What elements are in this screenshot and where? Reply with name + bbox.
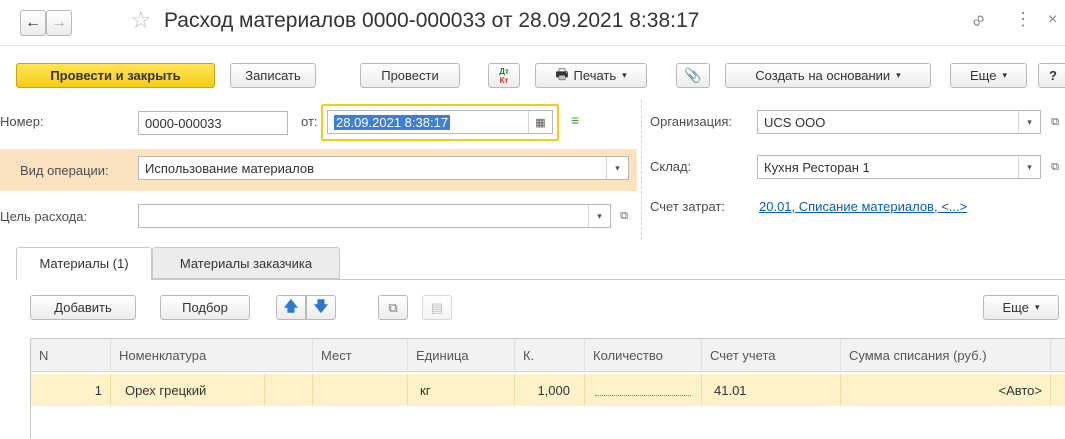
save-button[interactable]: Записать [230, 63, 316, 88]
cell-unit: кг [408, 374, 515, 406]
cost-account-label: Счет затрат: [650, 199, 725, 214]
link-icon[interactable]: ∞ [966, 9, 990, 33]
warehouse-value: Кухня Ресторан 1 [764, 159, 870, 175]
warehouse-label: Склад: [650, 159, 692, 174]
cell-item: Орех грецкий [111, 374, 265, 406]
chevron-down-icon[interactable]: ▾ [606, 157, 628, 179]
purpose-label: Цель расхода: [0, 209, 88, 224]
selection-button[interactable]: Подбор [160, 295, 250, 320]
date-value: 28.09.2021 8:38:17 [334, 114, 451, 130]
post-button[interactable]: Провести [360, 63, 460, 88]
chevron-down-icon[interactable]: ▾ [1018, 156, 1040, 178]
arrow-down-icon: 🡇 [313, 297, 329, 314]
cell-n: 1 [31, 374, 111, 406]
tab-bar-line [16, 279, 1065, 280]
chevron-down-icon: ▾ [1002, 70, 1007, 80]
cell-sum: <Авто> [841, 374, 1051, 406]
tab-customer-materials-label: Материалы заказчика [179, 255, 313, 271]
paste-button[interactable]: ▤ [422, 295, 452, 320]
open-window-icon[interactable]: ⧉ [1045, 111, 1065, 133]
paste-icon: ▤ [430, 299, 444, 315]
more-vertical-icon[interactable]: ⋮ [1014, 9, 1032, 30]
create-based-label: Создать на основании [755, 68, 891, 83]
column-header-sum[interactable]: Сумма списания (руб.) [841, 339, 1051, 371]
column-header-n[interactable]: N [31, 339, 111, 371]
date-field[interactable]: 28.09.2021 8:38:17 ▦ [327, 110, 553, 134]
cell-account: 41.01 [702, 374, 841, 406]
materials-table: N Номенклатура Мест Единица К. Количеств… [30, 338, 1065, 439]
dt-kt-button[interactable]: Дт Кт [488, 63, 520, 88]
qty-required-underline [595, 395, 691, 396]
dt-label: Дт [499, 66, 509, 76]
arrow-left-icon: ← [25, 14, 41, 31]
warehouse-select[interactable]: Кухня Ресторан 1 ▾ [757, 155, 1041, 179]
table-row[interactable]: 1 Орех грецкий кг 1,000 41.01 <Авто> [31, 374, 1065, 406]
cost-account-link[interactable]: 20.01, Списание материалов, <...> [759, 199, 967, 214]
page-title: Расход материалов 0000-000033 от 28.09.2… [164, 9, 700, 32]
more-label: Еще [970, 68, 997, 83]
arrow-up-icon: 🡅 [283, 297, 299, 314]
organization-value: UCS ООО [764, 114, 826, 130]
operation-value: Использование материалов [145, 160, 315, 176]
more-button[interactable]: Еще ▾ [950, 63, 1027, 88]
operation-label: Вид операции: [20, 163, 109, 178]
post-and-close-button[interactable]: Провести и закрыть [16, 63, 215, 88]
column-header-qty[interactable]: Количество [585, 339, 702, 371]
organization-select[interactable]: UCS ООО ▾ [757, 110, 1041, 134]
create-based-on-button[interactable]: Создать на основании ▾ [725, 63, 931, 88]
calendar-icon[interactable]: ▦ [528, 111, 552, 133]
forward-button[interactable]: → [46, 10, 72, 36]
tab-customer-materials[interactable]: Материалы заказчика [152, 247, 340, 279]
help-button[interactable]: ? [1038, 63, 1065, 88]
attach-button[interactable]: 📎 [676, 63, 710, 88]
chevron-down-icon: ▾ [896, 70, 901, 80]
organization-label: Организация: [650, 114, 733, 129]
close-icon[interactable]: × [1048, 11, 1057, 29]
kt-label: Кт [499, 75, 509, 85]
purpose-select[interactable]: ▾ [138, 204, 611, 228]
column-header-account[interactable]: Счет учета [702, 339, 841, 371]
move-up-button[interactable]: 🡅 [276, 295, 306, 320]
chevron-down-icon: ▾ [1034, 302, 1040, 312]
title-bar: ← → ☆ Расход материалов 0000-000033 от 2… [0, 0, 1065, 46]
arrow-right-icon: → [51, 14, 67, 31]
date-label: от: [301, 114, 318, 129]
cell-places [313, 374, 408, 406]
chevron-down-icon: ▾ [622, 70, 627, 80]
column-header-item[interactable]: Номенклатура [111, 339, 313, 371]
cell-item-extra [265, 374, 313, 406]
tab-materials[interactable]: Материалы (1) [16, 247, 152, 280]
print-button[interactable]: 🖶 Печать ▾ [535, 63, 647, 88]
number-label: Номер: [0, 114, 44, 129]
back-button[interactable]: ← [20, 10, 46, 36]
open-window-icon[interactable]: ⧉ [1045, 156, 1065, 178]
favorite-star-icon[interactable]: ☆ [130, 9, 152, 33]
add-row-button[interactable]: Добавить [30, 295, 136, 320]
printer-icon: 🖶 [555, 65, 569, 82]
chevron-down-icon[interactable]: ▾ [1018, 111, 1040, 133]
chevron-down-icon[interactable]: ▾ [588, 205, 610, 227]
operation-select[interactable]: Использование материалов ▾ [138, 156, 629, 180]
open-window-icon[interactable]: ⧉ [614, 205, 634, 227]
column-header-places[interactable]: Мест [313, 339, 408, 371]
column-header-k[interactable]: К. [515, 339, 585, 371]
table-more-label: Еще [1002, 300, 1029, 315]
column-divider [641, 100, 642, 240]
cell-k: 1,000 [515, 374, 585, 406]
number-field[interactable]: 0000-000033 [138, 111, 288, 135]
comment-check-icon[interactable]: ≡ [571, 112, 579, 128]
paperclip-icon: 📎 [684, 67, 702, 83]
cell-qty[interactable] [585, 374, 702, 406]
tab-materials-label: Материалы (1) [39, 256, 129, 271]
table-header: N Номенклатура Мест Единица К. Количеств… [31, 339, 1065, 372]
copy-icon: ⧉ [388, 299, 398, 315]
move-down-button[interactable]: 🡇 [306, 295, 336, 320]
table-more-button[interactable]: Еще ▾ [983, 295, 1059, 320]
column-header-unit[interactable]: Единица [408, 339, 515, 371]
print-label: Печать [573, 68, 617, 83]
copy-row-button[interactable]: ⧉ [378, 295, 408, 320]
